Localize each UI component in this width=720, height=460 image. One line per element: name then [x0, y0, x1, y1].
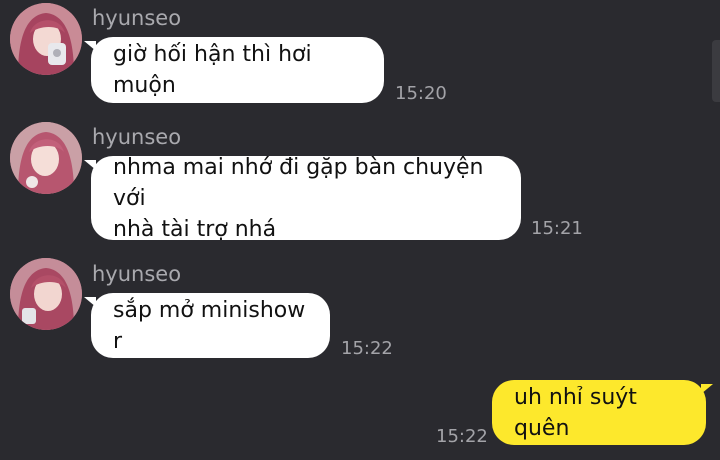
message-timestamp: 15:21 — [531, 218, 583, 239]
incoming-message-bubble[interactable]: sắp mở minishow r — [84, 293, 330, 358]
sender-name: hyunseo — [92, 262, 182, 286]
message-timestamp: 15:22 — [341, 338, 393, 359]
message-text-line: nhà tài trợ nhá — [113, 216, 277, 242]
message-text-line: nhma mai nhớ đi gặp bàn chuyện với — [113, 154, 484, 211]
avatar[interactable] — [10, 258, 82, 330]
message-text: uh nhỉ suýt quên — [514, 384, 637, 441]
incoming-message-bubble[interactable]: giờ hối hận thì hơi muộn — [84, 37, 384, 103]
message-text: giờ hối hận thì hơi muộn — [113, 42, 312, 98]
message-text: sắp mở minishow r — [113, 297, 306, 354]
sender-name: hyunseo — [92, 125, 182, 149]
profile-photo-icon — [10, 258, 82, 330]
avatar[interactable] — [10, 3, 82, 75]
incoming-message-bubble[interactable]: nhma mai nhớ đi gặp bàn chuyện với nhà t… — [84, 155, 521, 242]
profile-photo-icon — [10, 122, 82, 194]
scroll-indicator — [712, 40, 720, 102]
profile-photo-icon — [10, 3, 82, 75]
avatar[interactable] — [10, 122, 82, 194]
message-timestamp: 15:20 — [395, 83, 447, 104]
sender-name: hyunseo — [92, 6, 182, 30]
outgoing-message-bubble[interactable]: uh nhỉ suýt quên — [492, 380, 713, 445]
message-timestamp: 15:22 — [436, 426, 488, 447]
